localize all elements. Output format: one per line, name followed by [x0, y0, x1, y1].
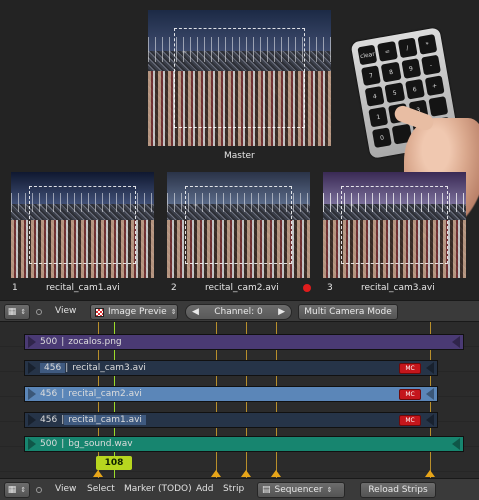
display-mode-label: Image Previe	[108, 307, 167, 317]
master-label: Master	[224, 151, 255, 161]
marker-icon[interactable]	[271, 470, 281, 477]
reload-strips-button[interactable]: Reload Strips	[360, 482, 436, 498]
camera-3-preview[interactable]	[323, 172, 466, 278]
keypad-key: 7	[361, 65, 382, 86]
updown-icon: ⇕	[20, 308, 27, 316]
strip-movie-selected[interactable]: 456 | recital_cam2.avi MC	[24, 386, 438, 402]
recording-indicator-icon	[303, 284, 311, 292]
view-menu[interactable]: View	[55, 306, 76, 316]
menu-select[interactable]: Select	[87, 484, 115, 494]
strip-name: recital_cam1.avi	[64, 415, 146, 425]
camera-1-preview[interactable]	[11, 172, 154, 278]
strip-length: 500	[40, 439, 58, 449]
strip-left-handle[interactable]	[28, 362, 36, 374]
editor-view-label: Sequencer	[274, 485, 323, 495]
multicam-preview: Master clear=/*789-456+1230. 1 recital_c…	[0, 0, 479, 300]
menu-add[interactable]: Add	[196, 484, 213, 494]
strip-right-handle[interactable]	[426, 414, 434, 426]
marker-icon[interactable]	[93, 470, 103, 477]
strip-image[interactable]: 500 | zocalos.png	[24, 334, 464, 350]
decrement-icon[interactable]: ◀	[192, 307, 199, 317]
marker-icon[interactable]	[241, 470, 251, 477]
keypad-key: -	[420, 54, 441, 76]
strip-name: recital_cam3.avi	[72, 363, 146, 373]
strip-right-handle[interactable]	[426, 388, 434, 400]
multi-camera-mode-button[interactable]: Multi Camera Mode	[298, 304, 398, 320]
menu-strip[interactable]: Strip	[223, 484, 244, 494]
strip-right-handle[interactable]	[452, 336, 460, 348]
strip-sound[interactable]: 500 | bg_sound.wav	[24, 436, 464, 452]
editor-type-button[interactable]: ▦ ⇕	[4, 482, 30, 498]
header-toggle-icon[interactable]	[36, 309, 42, 315]
keypad-key: 0	[371, 127, 393, 149]
strip-movie[interactable]: 456 | recital_cam3.avi MC	[24, 360, 438, 376]
sequencer-header: ▦ ⇕ View Select Marker (TODO) Add Strip ▤…	[0, 478, 479, 500]
keypad-key: 6	[404, 78, 425, 100]
menu-marker[interactable]: Marker (TODO)	[124, 484, 192, 494]
keypad-key	[428, 96, 449, 117]
preview-header: ▦ ⇕ View Image Previe ⇕ ◀ Channel: 0 ▶ Mu…	[0, 300, 479, 322]
camera-2-number: 2	[171, 283, 177, 293]
master-safe-frame	[174, 28, 305, 128]
strip-right-handle[interactable]	[426, 362, 434, 374]
sequencer-timeline[interactable]: 500 | zocalos.png 456 | recital_cam3.avi…	[0, 322, 479, 478]
keypad-key: 1	[368, 106, 389, 128]
display-mode-select[interactable]: Image Previe ⇕	[90, 304, 178, 320]
camera-3-number: 3	[327, 283, 333, 293]
multicam-badge: MC	[399, 363, 421, 374]
dropdown-arrows-icon: ⇕	[326, 486, 333, 494]
sequencer-editor-icon: ▦	[7, 307, 17, 317]
strip-length: 456	[40, 363, 66, 373]
keypad-key: 8	[380, 61, 402, 83]
strip-length: 456	[40, 415, 58, 425]
camera-1-name: recital_cam1.avi	[46, 283, 120, 293]
keypad-key: *	[417, 34, 438, 55]
camera-2-name: recital_cam2.avi	[205, 283, 279, 293]
keypad-key: +	[424, 75, 445, 97]
multicam-badge: MC	[399, 389, 421, 400]
strip-name: bg_sound.wav	[68, 439, 133, 449]
channel-field[interactable]: ◀ Channel: 0 ▶	[185, 304, 292, 320]
camera-3-name: recital_cam3.avi	[361, 283, 435, 293]
multicam-badge: MC	[399, 415, 421, 426]
strip-left-handle[interactable]	[28, 388, 36, 400]
editor-type-button[interactable]: ▦ ⇕	[4, 304, 30, 320]
updown-icon: ⇕	[20, 486, 27, 494]
keypad-key: /	[397, 37, 418, 59]
strip-movie[interactable]: 456 | recital_cam1.avi MC	[24, 412, 438, 428]
dropdown-arrows-icon: ⇕	[170, 308, 177, 316]
strip-name: zocalos.png	[68, 337, 122, 347]
keypad-key: 4	[364, 85, 385, 107]
strip-length: 500	[40, 337, 58, 347]
image-preview-icon	[95, 307, 104, 317]
strip-length: 456	[40, 389, 58, 399]
sequencer-editor-icon: ▦	[7, 485, 17, 495]
marker-icon[interactable]	[425, 470, 435, 477]
channel-value: Channel: 0	[214, 307, 263, 317]
strip-left-handle[interactable]	[28, 414, 36, 426]
keypad-key: =	[377, 41, 398, 62]
master-preview-image	[148, 10, 331, 146]
strip-name: recital_cam2.avi	[68, 389, 142, 399]
keypad-key: clear	[357, 44, 378, 66]
strip-left-handle[interactable]	[28, 336, 36, 348]
editor-view-select[interactable]: ▤ Sequencer ⇕	[257, 482, 345, 498]
sequencer-view-icon: ▤	[262, 485, 271, 495]
strip-right-handle[interactable]	[452, 438, 460, 450]
menu-view[interactable]: View	[55, 484, 76, 494]
current-frame-indicator[interactable]: 108	[96, 456, 132, 470]
keypad-key: 5	[384, 82, 405, 104]
marker-icon[interactable]	[211, 470, 221, 477]
camera-1-number: 1	[12, 283, 18, 293]
increment-icon[interactable]: ▶	[278, 307, 285, 317]
strip-left-handle[interactable]	[28, 438, 36, 450]
header-toggle-icon[interactable]	[36, 487, 42, 493]
keypad-key: 9	[400, 58, 422, 79]
camera-2-preview[interactable]	[167, 172, 310, 278]
